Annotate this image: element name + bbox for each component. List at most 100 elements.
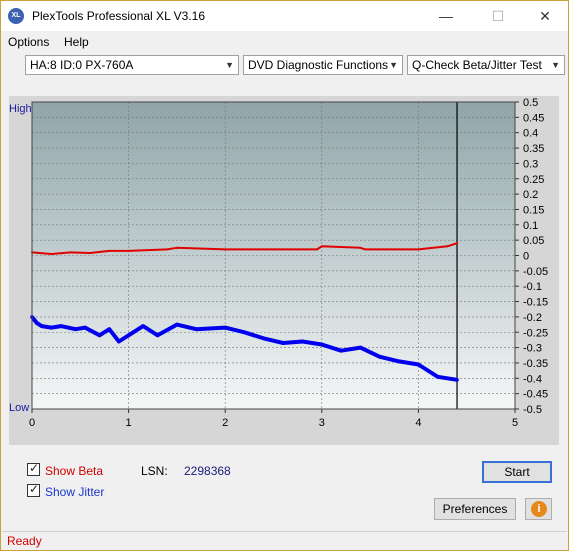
jitter-point: [141, 324, 145, 328]
chevron-down-icon: ▼: [225, 60, 234, 70]
jitter-point: [377, 355, 382, 359]
beta-point: [224, 248, 227, 251]
jitter-point: [455, 378, 459, 382]
beta-point: [456, 242, 459, 245]
lsn-value: 2298368: [184, 464, 231, 478]
y-tick-label: -0.25: [523, 327, 548, 339]
function-select-value: DVD Diagnostic Functions: [248, 58, 389, 72]
beta-point: [166, 248, 169, 251]
beta-point: [108, 249, 111, 252]
y-tick-label: 0.5: [523, 97, 538, 109]
y-tick-label: -0.45: [523, 389, 548, 401]
jitter-point: [155, 333, 160, 338]
test-select[interactable]: Q-Check Beta/Jitter Test ▼: [407, 55, 565, 75]
beta-point: [69, 251, 72, 254]
jitter-point: [300, 339, 305, 344]
beta-point: [320, 245, 323, 248]
jitter-point: [339, 348, 343, 353]
y-tick-label: 0.05: [523, 235, 544, 247]
beta-point: [364, 248, 367, 251]
jitter-point: [242, 330, 247, 335]
jitter-point: [39, 324, 44, 328]
jitter-point: [107, 327, 112, 331]
beta-point: [272, 248, 275, 251]
chart-panel: 0.5 0.45 0.4 0.35 0.3 0.25 0.2 0.15 0.1 0.05 0 -0.0…: [9, 96, 559, 445]
jitter-point: [223, 325, 227, 330]
y-tick-label: -0.05: [523, 266, 548, 278]
maximize-button[interactable]: ☐: [475, 1, 521, 31]
x-tick-label: 0: [29, 417, 35, 429]
x-tick-label: 2: [222, 417, 228, 429]
drive-select-value: HA:8 ID:0 PX-760A: [30, 58, 134, 72]
jitter-point: [73, 327, 78, 331]
beta-point: [175, 246, 178, 249]
x-tick-label: 1: [126, 417, 132, 429]
start-button[interactable]: Start: [482, 461, 552, 483]
show-beta-checkbox[interactable]: [27, 461, 40, 476]
y-tick-label: -0.35: [523, 358, 548, 370]
beta-point: [417, 248, 420, 251]
y-tick-label: -0.4: [523, 373, 542, 385]
options-panel: Show Beta Show Jitter LSN: 2298368 Start…: [9, 453, 559, 526]
beta-jitter-chart: 0.5 0.45 0.4 0.35 0.3 0.25 0.2 0.15 0.1 0.05 0 -0.0…: [9, 97, 548, 429]
beta-point: [50, 252, 53, 255]
y-tick-label: 0.45: [523, 112, 544, 124]
jitter-point: [83, 325, 87, 330]
beta-point: [359, 246, 362, 249]
jitter-point: [49, 325, 54, 330]
test-select-value: Q-Check Beta/Jitter Test: [412, 58, 542, 72]
jitter-point: [262, 336, 266, 341]
jitter-point: [175, 322, 179, 327]
close-button[interactable]: ✕: [522, 1, 568, 31]
y-tick-label: -0.5: [523, 404, 542, 416]
show-beta-label[interactable]: Show Beta: [45, 464, 103, 478]
show-jitter-label[interactable]: Show Jitter: [45, 485, 104, 499]
info-button[interactable]: i: [525, 498, 552, 520]
y-tick-label: 0.2: [523, 189, 538, 201]
menu-help[interactable]: Help: [64, 35, 89, 49]
chevron-down-icon: ▼: [551, 60, 560, 70]
minimize-button[interactable]: —: [423, 1, 469, 31]
jitter-point: [281, 341, 285, 345]
jitter-point: [117, 339, 121, 344]
menu-bar: Options Help: [1, 32, 568, 52]
y-tick-label: 0.25: [523, 174, 544, 186]
jitter-point: [320, 342, 324, 347]
jitter-point: [35, 321, 39, 325]
beta-point: [88, 252, 91, 255]
beta-point: [315, 248, 318, 251]
status-bar: Ready: [2, 531, 567, 550]
jitter-point: [126, 333, 131, 338]
y-tick-label: 0.3: [523, 158, 538, 170]
x-tick-label: 3: [319, 417, 325, 429]
main-window: XL PlexTools Professional XL V3.16 — ☐ ✕…: [0, 0, 569, 551]
y-tick-label: -0.15: [523, 297, 548, 309]
jitter-point: [435, 374, 440, 379]
jitter-point: [397, 359, 401, 364]
drive-select[interactable]: HA:8 ID:0 PX-760A ▼: [25, 55, 239, 75]
show-jitter-checkbox[interactable]: [27, 482, 40, 497]
high-label: High: [9, 103, 32, 115]
app-logo-icon: XL: [8, 8, 24, 24]
y-tick-label: 0.1: [523, 220, 538, 232]
x-tick-label: 5: [512, 417, 518, 429]
y-tick-label: -0.1: [523, 281, 542, 293]
menu-options[interactable]: Options: [8, 35, 49, 49]
preferences-button[interactable]: Preferences: [434, 498, 516, 520]
window-title: PlexTools Professional XL V3.16: [32, 9, 205, 23]
info-icon: i: [531, 501, 547, 517]
jitter-point: [97, 333, 102, 338]
status-text: Ready: [7, 534, 42, 548]
function-select[interactable]: DVD Diagnostic Functions ▼: [243, 55, 403, 75]
x-tick-label: 4: [415, 417, 421, 429]
jitter-point: [358, 345, 363, 350]
jitter-point: [416, 362, 421, 367]
lsn-label: LSN:: [141, 464, 168, 478]
y-tick-label: 0.15: [523, 204, 544, 216]
title-bar: XL PlexTools Professional XL V3.16 — ☐ ✕: [1, 1, 568, 31]
y-tick-label: 0: [523, 251, 529, 263]
y-tick-label: -0.3: [523, 343, 542, 355]
beta-point: [446, 245, 449, 248]
y-tick-label: 0.4: [523, 128, 538, 140]
low-label: Low: [9, 402, 29, 414]
